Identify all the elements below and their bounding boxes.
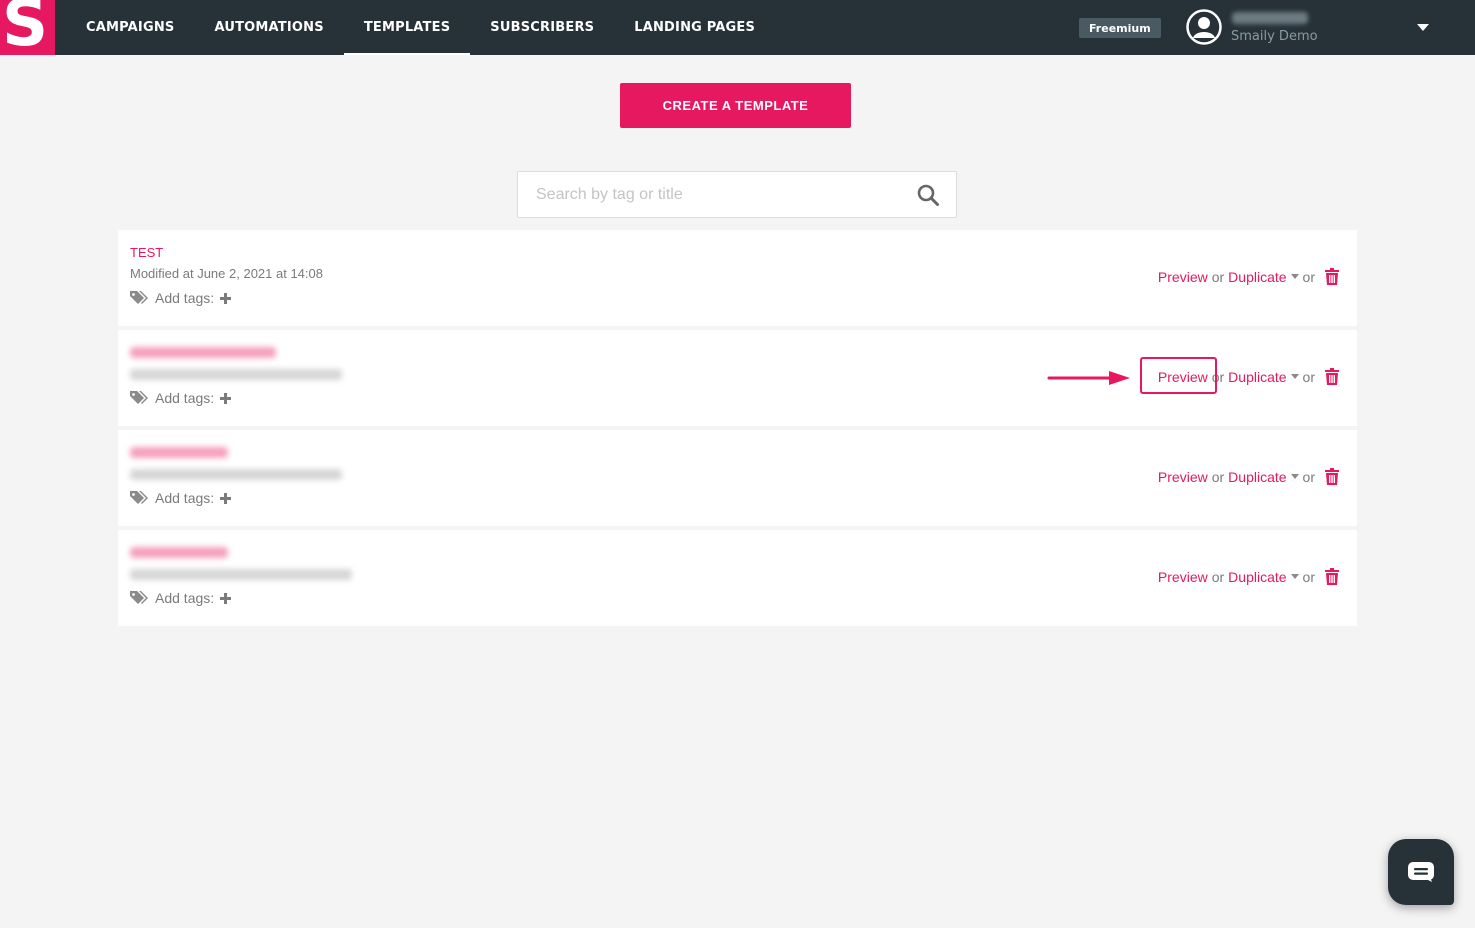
search-box (517, 171, 957, 218)
logo-letter: S (2, 0, 49, 55)
search-icon[interactable] (917, 184, 939, 206)
or-text: or (1211, 268, 1225, 285)
or-text: or (1302, 368, 1315, 385)
tags-icon (130, 591, 148, 604)
template-title[interactable]: TEST (130, 245, 163, 260)
user-circle-icon[interactable] (1186, 9, 1222, 45)
caret-down-icon[interactable] (1290, 574, 1299, 579)
template-title-redacted[interactable] (130, 347, 276, 358)
preview-link[interactable]: Preview (1158, 269, 1208, 285)
plus-icon[interactable] (220, 292, 232, 304)
duplicate-link[interactable]: Duplicate (1228, 269, 1286, 285)
tags-icon (130, 291, 148, 304)
plan-badge: Freemium (1079, 18, 1161, 38)
or-text: or (1211, 468, 1225, 485)
caret-down-icon[interactable] (1290, 474, 1299, 479)
row-actions: Preview or Duplicate or (1158, 468, 1339, 485)
duplicate-link[interactable]: Duplicate (1228, 369, 1286, 385)
nav-templates[interactable]: TEMPLATES (343, 0, 471, 55)
add-tags-label: Add tags: (155, 490, 215, 506)
caret-down-icon[interactable] (1290, 274, 1299, 279)
template-modified-redacted (130, 569, 352, 580)
duplicate-link[interactable]: Duplicate (1228, 469, 1286, 485)
search-input[interactable] (518, 172, 908, 217)
tags-icon (130, 491, 148, 504)
tags-area: Add tags: (130, 290, 232, 306)
nav-automations[interactable]: AUTOMATIONS (194, 0, 343, 55)
row-actions: Preview or Duplicate or (1158, 268, 1339, 285)
preview-link[interactable]: Preview (1158, 369, 1208, 385)
user-organization: Smaily Demo (1231, 29, 1318, 44)
create-template-button[interactable]: CREATE A TEMPLATE (620, 83, 851, 128)
arrow-right-icon (1047, 371, 1130, 385)
template-row: Add tags: Preview or Duplicate or (118, 430, 1357, 526)
add-tags-label: Add tags: (155, 290, 215, 306)
preview-link[interactable]: Preview (1158, 469, 1208, 485)
user-name-redacted (1232, 12, 1308, 24)
template-modified: Modified at June 2, 2021 at 14:08 (130, 266, 323, 281)
row-actions: Preview or Duplicate or (1158, 368, 1339, 385)
template-modified-redacted (130, 469, 342, 480)
top-navigation-bar: S CAMPAIGNS AUTOMATIONS TEMPLATES SUBSCR… (0, 0, 1475, 55)
template-list: TEST Modified at June 2, 2021 at 14:08 A… (118, 230, 1357, 630)
duplicate-link[interactable]: Duplicate (1228, 569, 1286, 585)
tags-area: Add tags: (130, 590, 232, 606)
tags-area: Add tags: (130, 390, 232, 406)
trash-icon[interactable] (1325, 368, 1339, 385)
plus-icon[interactable] (220, 392, 232, 404)
or-text: or (1211, 368, 1225, 385)
chat-bubble-icon (1408, 862, 1434, 882)
template-row: TEST Modified at June 2, 2021 at 14:08 A… (118, 230, 1357, 326)
main-nav: CAMPAIGNS AUTOMATIONS TEMPLATES SUBSCRIB… (66, 0, 775, 55)
preview-link[interactable]: Preview (1158, 569, 1208, 585)
nav-landing-pages[interactable]: LANDING PAGES (614, 0, 775, 55)
or-text: or (1211, 568, 1225, 585)
add-tags-label: Add tags: (155, 590, 215, 606)
chat-button[interactable] (1388, 839, 1454, 905)
row-actions: Preview or Duplicate or (1158, 568, 1339, 585)
or-text: or (1302, 268, 1315, 285)
smaily-logo[interactable]: S (0, 0, 55, 55)
trash-icon[interactable] (1325, 268, 1339, 285)
template-title-redacted[interactable] (130, 447, 228, 458)
template-row: Add tags: Preview or Duplicate or (118, 530, 1357, 626)
or-text: or (1302, 568, 1315, 585)
trash-icon[interactable] (1325, 568, 1339, 585)
template-row: Add tags: Preview or Duplicate or (118, 330, 1357, 426)
trash-icon[interactable] (1325, 468, 1339, 485)
plus-icon[interactable] (220, 592, 232, 604)
template-title-redacted[interactable] (130, 547, 228, 558)
caret-down-icon[interactable] (1290, 374, 1299, 379)
nav-campaigns[interactable]: CAMPAIGNS (66, 0, 194, 55)
or-text: or (1302, 468, 1315, 485)
nav-subscribers[interactable]: SUBSCRIBERS (470, 0, 614, 55)
tags-area: Add tags: (130, 490, 232, 506)
tags-icon (130, 391, 148, 404)
caret-down-icon[interactable] (1417, 24, 1429, 31)
plus-icon[interactable] (220, 492, 232, 504)
template-modified-redacted (130, 369, 342, 380)
add-tags-label: Add tags: (155, 390, 215, 406)
